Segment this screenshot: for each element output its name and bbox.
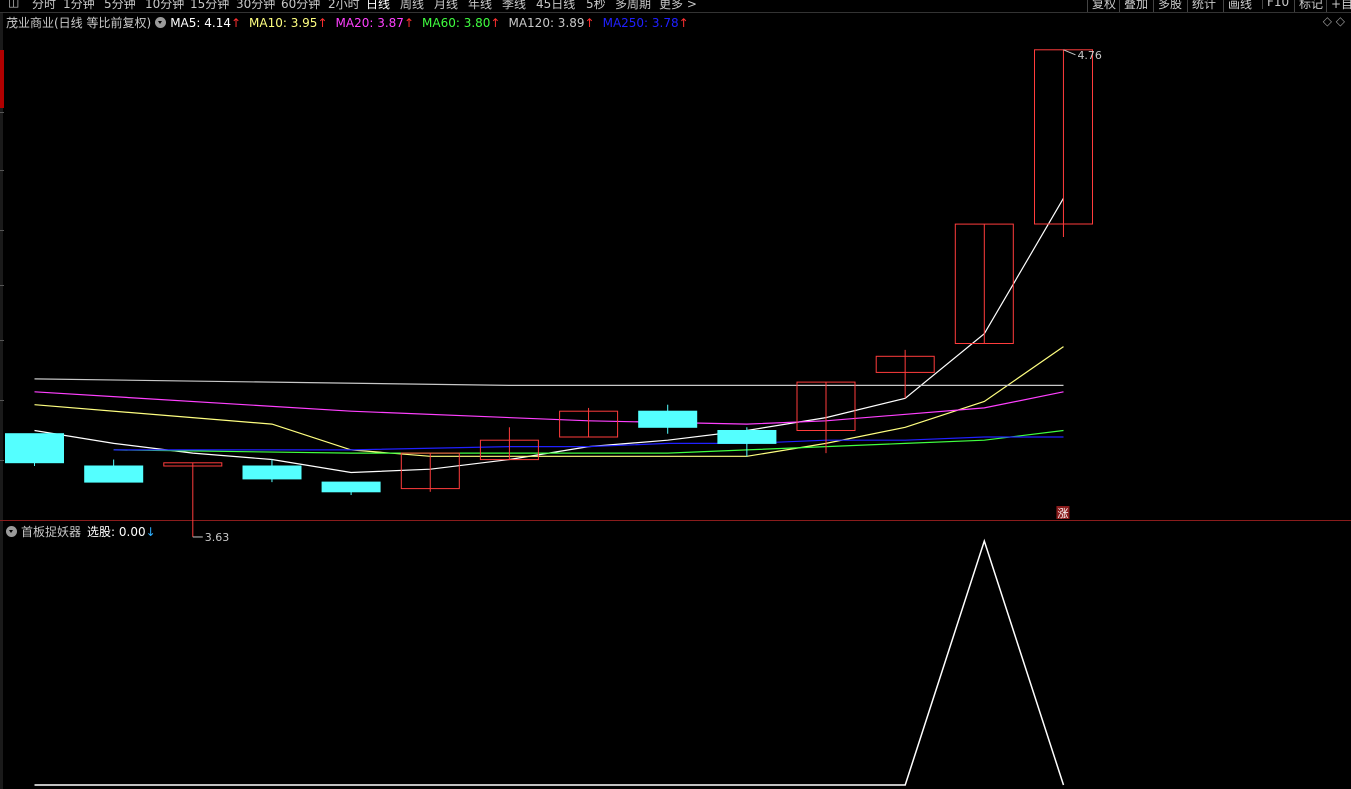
ma-line-ma120 [34,378,1064,386]
candle-body [638,410,698,428]
high-price-pointer [1063,49,1076,56]
annotations: 3.63 4.76 涨 [192,49,1102,544]
candles [5,49,1093,537]
candle-body [84,465,144,483]
ma-line-ma5 [34,197,1065,474]
candle-body [321,481,381,493]
candle-body [717,430,777,444]
indicator-line [34,538,1065,786]
collapse-indicator-icon[interactable] [6,526,17,537]
indicator-header: 首板捉妖器 选股: 0.00↓ [6,523,156,540]
indicator-title: 首板捉妖器 [21,525,82,539]
ma-line-ma20 [34,391,1064,425]
low-price-label: 3.63 [205,531,230,544]
moving-average-lines [34,197,1065,474]
limit-up-badge-label: 涨 [1057,507,1068,520]
indicator-series-line [34,538,1065,786]
indicator-down-arrow-icon: ↓ [145,525,156,539]
candle-body [5,433,64,464]
candle-body [242,465,302,480]
ma-line-ma250 [113,436,1064,451]
indicator-value: 选股: 0.00 [87,525,146,539]
kline-chart: 3.63 4.76 涨 [0,49,1351,786]
high-price-label: 4.76 [1077,49,1102,62]
